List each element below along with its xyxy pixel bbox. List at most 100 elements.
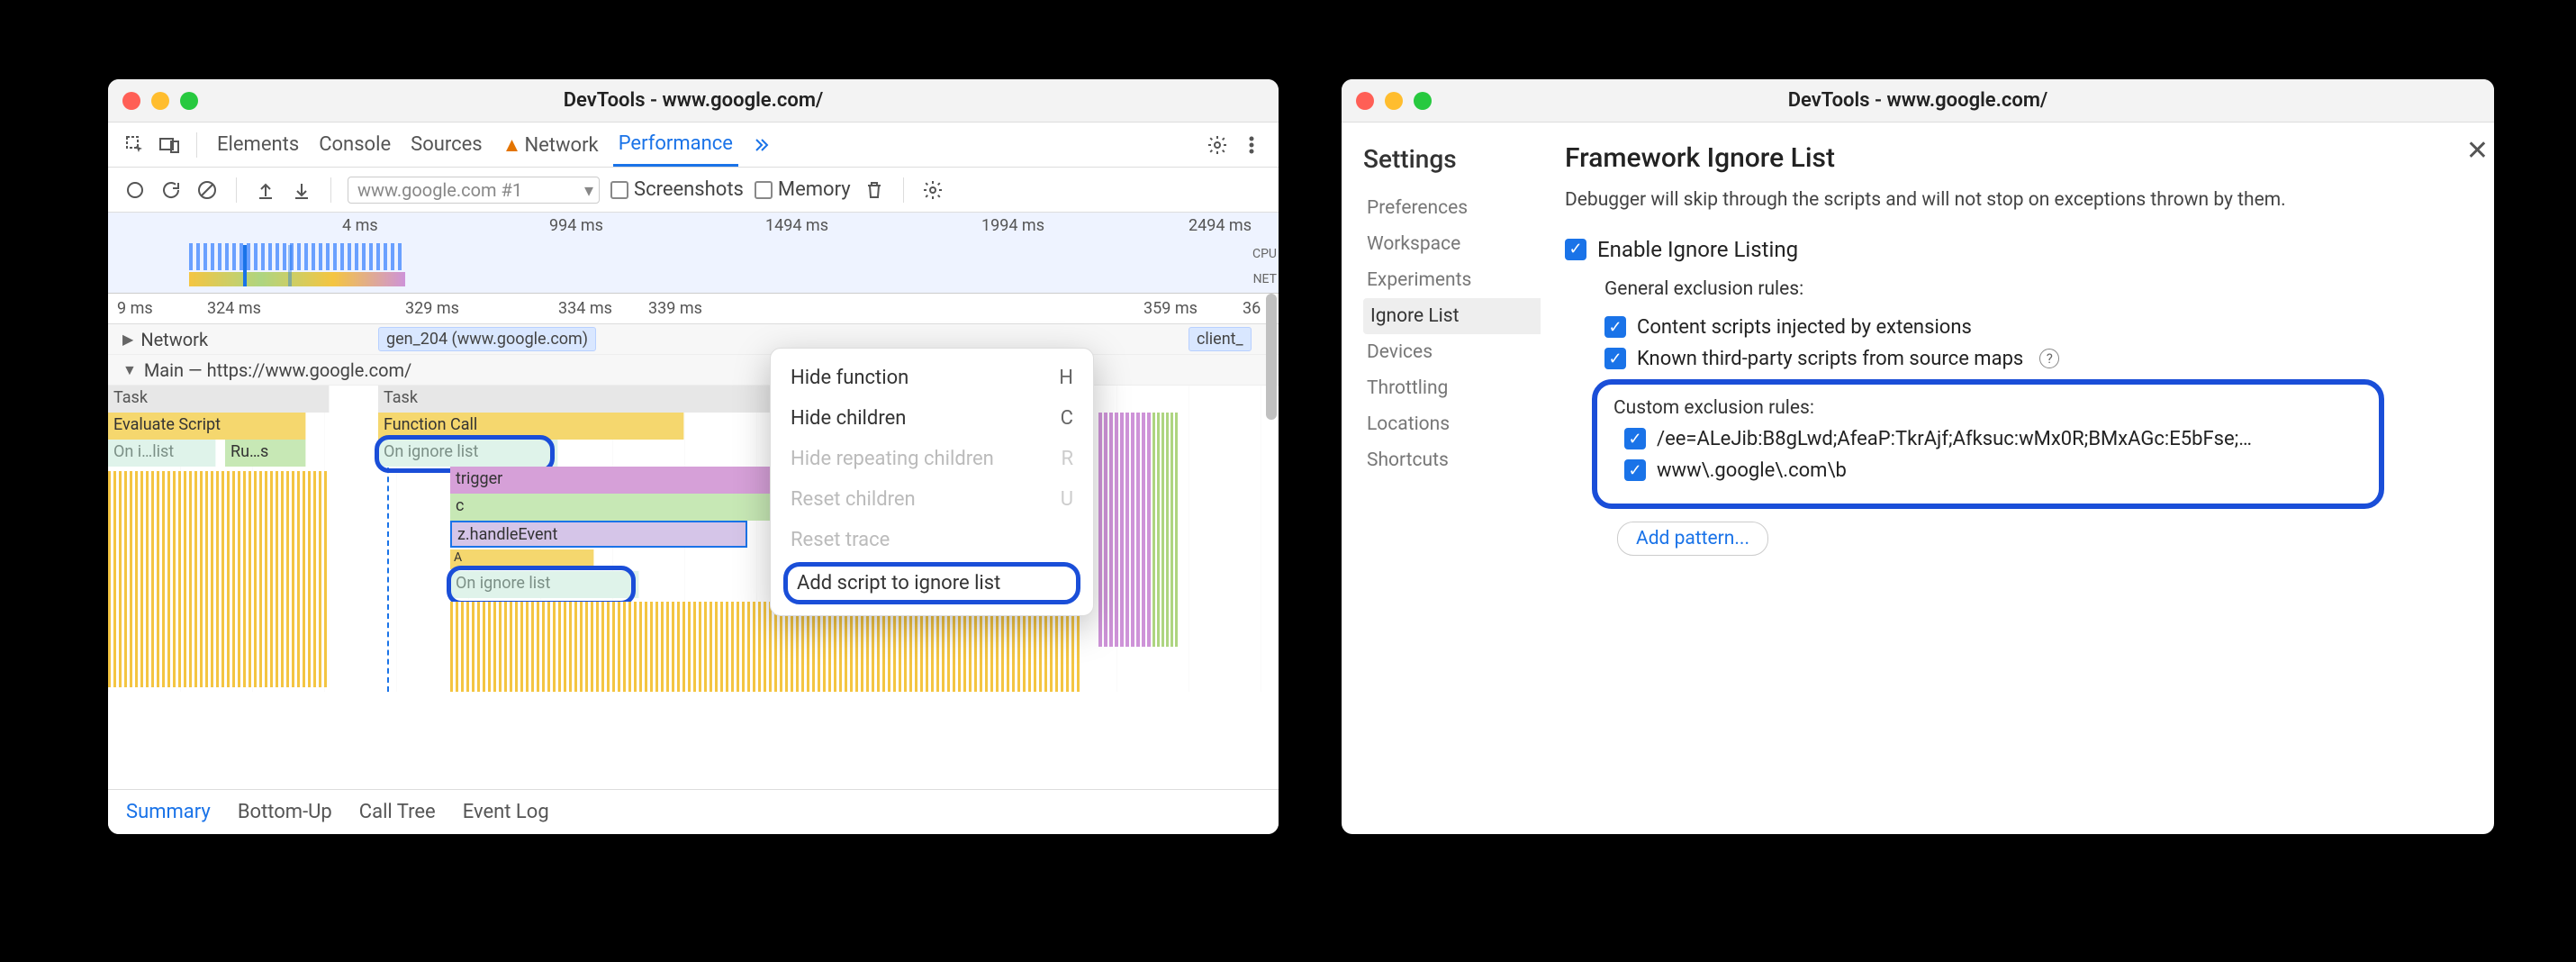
checkbox-checked-icon: ✓ <box>1604 316 1626 338</box>
flame-block-evaluate[interactable]: Evaluate Script <box>108 413 306 440</box>
net-label: NET <box>1253 272 1277 286</box>
context-menu-item-add-to-ignore-list[interactable]: Add script to ignore list <box>788 567 1076 600</box>
sidebar-item-preferences[interactable]: Preferences <box>1363 190 1540 226</box>
chevron-down-icon: ▼ <box>122 361 137 379</box>
flame-stripes <box>1152 413 1180 647</box>
network-track-header[interactable]: ▶ Network gen_204 (www.google.com) clien… <box>108 324 1279 355</box>
general-rule-checkbox[interactable]: ✓ Known third-party scripts from source … <box>1604 348 2469 370</box>
record-icon[interactable] <box>122 177 148 203</box>
settings-sidebar-title: Settings <box>1363 144 1540 174</box>
window-zoom-button[interactable] <box>1414 92 1432 110</box>
flame-stripes <box>108 471 330 687</box>
add-pattern-button[interactable]: Add pattern... <box>1617 522 1768 556</box>
memory-checkbox[interactable]: Memory <box>755 178 851 201</box>
upload-icon[interactable] <box>253 177 278 203</box>
general-rule-checkbox[interactable]: ✓ Content scripts injected by extensions <box>1604 316 2469 339</box>
device-toolbar-icon[interactable] <box>157 132 182 158</box>
gear-icon[interactable] <box>920 177 945 203</box>
settings-heading: Framework Ignore List <box>1565 142 2469 174</box>
cpu-label: CPU <box>1252 247 1277 261</box>
network-request[interactable]: client_ <box>1189 327 1252 351</box>
flame-block-ignore[interactable]: On ignore list <box>450 571 639 598</box>
settings-panel-ignore-list: ✕ Framework Ignore List Debugger will sk… <box>1540 123 2494 834</box>
flame-ruler[interactable]: 9 ms 324 ms 329 ms 334 ms 339 ms 359 ms … <box>108 294 1279 324</box>
overview-tick: 2494 ms <box>1189 216 1252 235</box>
kebab-icon[interactable] <box>1239 132 1264 158</box>
window-minimize-button[interactable] <box>1385 92 1403 110</box>
devtools-window-settings: DevTools - www.google.com/ Settings Pref… <box>1342 79 2494 834</box>
recording-selector-dropdown[interactable]: www.google.com #1 <box>348 177 600 204</box>
sidebar-item-experiments[interactable]: Experiments <box>1363 262 1540 298</box>
checkbox-checked-icon: ✓ <box>1624 459 1646 481</box>
tab-console[interactable]: Console <box>313 124 396 165</box>
help-icon[interactable]: ? <box>2039 349 2059 368</box>
sidebar-item-locations[interactable]: Locations <box>1363 406 1540 442</box>
main-track-header[interactable]: ▼ Main — https://www.google.com/ <box>108 355 1279 386</box>
tab-sources[interactable]: Sources <box>405 124 488 165</box>
performance-toolbar: www.google.com #1 Screenshots Memory <box>108 168 1279 213</box>
context-menu-item-reset-children: Reset children U <box>771 479 1093 520</box>
details-tab-bar: Summary Bottom-Up Call Tree Event Log <box>108 789 1279 834</box>
sidebar-item-devices[interactable]: Devices <box>1363 334 1540 370</box>
flame-chart[interactable]: Task Evaluate Script On i…list Ru…s Task… <box>108 386 1279 692</box>
context-menu-item-hide-children[interactable]: Hide children C <box>771 398 1093 439</box>
clear-icon[interactable] <box>194 177 220 203</box>
flame-block-ignore[interactable]: On ignore list <box>378 440 558 467</box>
window-close-button[interactable] <box>122 92 140 110</box>
tab-elements[interactable]: Elements <box>212 124 304 165</box>
close-icon[interactable]: ✕ <box>2466 135 2489 167</box>
tab-performance[interactable]: Performance <box>613 123 738 167</box>
settings-description: Debugger will skip through the scripts a… <box>1565 186 2375 215</box>
timeline-overview[interactable]: 4 ms 994 ms 1494 ms 1994 ms 2494 ms CPU … <box>108 213 1279 294</box>
sidebar-item-ignore-list[interactable]: Ignore List <box>1363 298 1541 334</box>
context-menu-item-hide-function[interactable]: Hide function H <box>771 358 1093 398</box>
titlebar[interactable]: DevTools - www.google.com/ <box>1342 79 2494 123</box>
context-menu: Hide function H Hide children C Hide rep… <box>770 348 1094 616</box>
window-minimize-button[interactable] <box>151 92 169 110</box>
custom-rule-checkbox[interactable]: ✓ www\.google\.com\b <box>1624 459 2363 482</box>
screenshots-checkbox[interactable]: Screenshots <box>610 178 744 201</box>
tab-network[interactable]: ▲Network <box>497 124 604 166</box>
inspect-element-icon[interactable] <box>122 132 148 158</box>
flame-block-a[interactable]: A <box>450 549 594 569</box>
sidebar-item-workspace[interactable]: Workspace <box>1363 226 1540 262</box>
flame-block-ignore[interactable]: On i…list <box>108 440 216 467</box>
details-tab-bottom-up[interactable]: Bottom-Up <box>238 801 332 823</box>
custom-rule-checkbox[interactable]: ✓ /ee=ALeJib:B8gLwd;AfeaP:TkrAjf;Afksuc:… <box>1624 428 2363 450</box>
flame-stripes <box>1098 413 1152 647</box>
window-close-button[interactable] <box>1356 92 1374 110</box>
overview-tick: 994 ms <box>549 216 603 235</box>
sidebar-item-shortcuts[interactable]: Shortcuts <box>1363 442 1540 478</box>
context-menu-item-hide-repeating: Hide repeating children R <box>771 439 1093 479</box>
flame-block-function[interactable]: Function Call <box>378 413 684 440</box>
details-tab-summary[interactable]: Summary <box>126 801 211 823</box>
download-icon[interactable] <box>289 177 314 203</box>
flame-block-task[interactable]: Task <box>108 386 330 413</box>
gear-icon[interactable] <box>1205 132 1230 158</box>
reload-record-icon[interactable] <box>158 177 184 203</box>
general-rules-title: General exclusion rules: <box>1604 278 2469 300</box>
network-request[interactable]: gen_204 (www.google.com) <box>378 327 596 351</box>
details-tab-call-tree[interactable]: Call Tree <box>359 801 436 823</box>
overview-tick: 1494 ms <box>765 216 828 235</box>
overview-tick: 4 ms <box>342 216 378 235</box>
custom-rules-title: Custom exclusion rules: <box>1613 397 2363 419</box>
warning-icon: ▲ <box>502 134 522 157</box>
annotation-highlight-ring: Custom exclusion rules: ✓ /ee=ALeJib:B8g… <box>1592 379 2384 509</box>
window-title: DevTools - www.google.com/ <box>1342 89 2494 112</box>
window-zoom-button[interactable] <box>180 92 198 110</box>
sidebar-item-throttling[interactable]: Throttling <box>1363 370 1540 406</box>
more-tabs-icon[interactable] <box>747 132 773 158</box>
flame-block-handle[interactable]: z.handleEvent <box>450 521 747 548</box>
checkbox-checked-icon: ✓ <box>1624 428 1646 449</box>
devtools-main-tabs: Elements Console Sources ▲Network Perfor… <box>108 123 1279 168</box>
devtools-window-performance: DevTools - www.google.com/ Elements Cons… <box>108 79 1279 834</box>
titlebar[interactable]: DevTools - www.google.com/ <box>108 79 1279 123</box>
checkbox-checked-icon: ✓ <box>1565 239 1586 260</box>
flame-block-run[interactable]: Ru…s <box>225 440 306 467</box>
details-tab-event-log[interactable]: Event Log <box>463 801 549 823</box>
context-menu-item-reset-trace: Reset trace <box>771 520 1093 560</box>
trash-icon[interactable] <box>862 177 887 203</box>
enable-ignore-listing-checkbox[interactable]: ✓ Enable Ignore Listing <box>1565 237 2469 262</box>
overview-tick: 1994 ms <box>981 216 1044 235</box>
